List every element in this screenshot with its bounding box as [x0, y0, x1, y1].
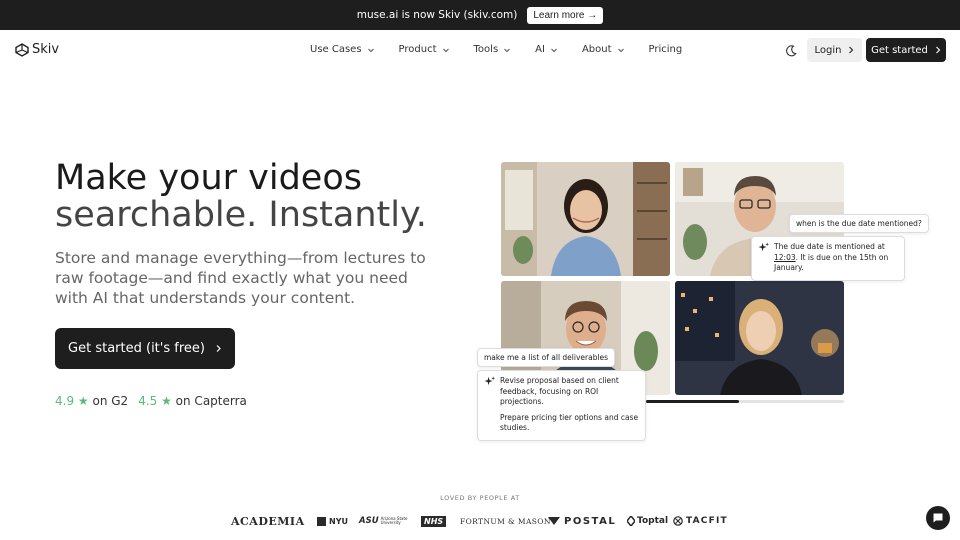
nav-item-use-cases[interactable]: Use Cases: [298, 42, 387, 57]
logo-asu: ASU Arizona State University: [359, 513, 408, 529]
hero-title-line2: searchable. Instantly.: [55, 195, 427, 235]
chevron-down-icon: [442, 48, 449, 52]
chat-question-bubble: when is the due date mentioned?: [789, 214, 929, 233]
rating-g2: 4.9 ★ on G2: [55, 394, 128, 408]
logo-postal-text: POSTAL: [564, 515, 617, 527]
postal-arrow-icon: [548, 517, 560, 525]
sparkle-icon: [484, 376, 495, 386]
hero-title: Make your videos searchable. Instantly.: [55, 160, 435, 234]
nav-item-pricing[interactable]: Pricing: [637, 42, 695, 57]
tacfit-x-icon: [673, 516, 683, 526]
announcement-text: muse.ai is now Skiv (skiv.com): [356, 9, 518, 21]
logo-nyu-text: NYU: [329, 516, 348, 526]
logo-academia: ACADEMIA: [231, 514, 305, 528]
chevron-right-icon: [849, 46, 854, 54]
chat-question-bubble: make me a list of all deliverables: [477, 348, 616, 367]
nav-item-label: Product: [398, 44, 437, 55]
answer-text: The due date is mentioned at: [774, 242, 885, 251]
brand-name: Skiv: [32, 42, 60, 57]
nav-item-label: Tools: [473, 44, 499, 55]
skiv-logo-icon: [15, 42, 29, 57]
logo-tacfit-text: TACFIT: [686, 516, 728, 526]
hero-subtitle: Store and manage everything—from lecture…: [55, 249, 426, 307]
logo-asu-text: ASU: [359, 516, 379, 526]
deliverable-item: Prepare pricing tier options and case st…: [500, 412, 639, 433]
nav-item-tools[interactable]: Tools: [462, 42, 524, 57]
rating-source: on Capterra: [175, 394, 247, 408]
moon-icon[interactable]: [783, 43, 799, 59]
nav-item-ai[interactable]: AI: [523, 42, 570, 57]
chat-icon: [933, 513, 943, 523]
nav-item-label: About: [581, 44, 612, 55]
toptal-diamond-icon: [627, 516, 635, 526]
rating-score: 4.5 ★: [138, 394, 172, 408]
nav-item-product[interactable]: Product: [387, 42, 462, 57]
chat-answer-bubble: Revise proposal based on client feedback…: [477, 370, 646, 441]
logo-asu-subtext: Arizona State University: [381, 517, 408, 525]
logo-nyu: NYU: [317, 513, 348, 529]
ratings: 4.9 ★ on G2 4.5 ★ on Capterra: [55, 394, 247, 408]
timestamp-link[interactable]: 12:03: [774, 253, 796, 262]
video-tile-woman-night: [675, 281, 844, 395]
sparkle-icon: [758, 242, 769, 252]
login-button[interactable]: Login: [807, 38, 862, 62]
rating-source: on G2: [92, 394, 129, 408]
logo-toptal: Toptal: [627, 513, 668, 529]
logo-tacfit: TACFIT: [673, 513, 728, 529]
brand-logo[interactable]: Skiv: [15, 42, 59, 57]
logos-heading: LOVED BY PEOPLE AT: [440, 494, 520, 502]
hero-title-line1: Make your videos: [55, 158, 362, 198]
chat-widget-button[interactable]: [926, 506, 950, 530]
nav-item-label: Use Cases: [310, 44, 362, 55]
video-tile-woman-smiling: [501, 162, 670, 276]
announcement-bar: muse.ai is now Skiv (skiv.com) Learn mor…: [0, 0, 960, 30]
nav-item-label: AI: [535, 44, 545, 55]
logo-nhs-text: NHS: [421, 515, 447, 527]
rating-score: 4.9 ★: [55, 394, 89, 408]
learn-more-button[interactable]: Learn more →: [527, 6, 604, 24]
main-menu: Use Cases Product Tools AI About Pricing: [298, 42, 694, 57]
logo-toptal-text: Toptal: [637, 516, 669, 526]
deliverable-item: Revise proposal based on client feedback…: [500, 376, 619, 406]
playback-progress-fill: [646, 400, 740, 403]
chat-answer-bubble: The due date is mentioned at 12:03. It i…: [751, 236, 905, 281]
chevron-down-icon: [551, 48, 557, 52]
rating-capterra: 4.5 ★ on Capterra: [138, 394, 247, 408]
nav-item-label: Pricing: [648, 44, 683, 55]
get-started-label: Get started: [871, 44, 928, 56]
nav-item-about[interactable]: About: [570, 42, 637, 57]
chevron-right-icon: [936, 46, 941, 54]
logo-nhs: NHS: [421, 513, 447, 529]
login-label: Login: [814, 44, 842, 56]
hero-cta-button[interactable]: Get started (it's free): [55, 328, 235, 369]
nyu-torch-icon: [317, 516, 326, 526]
chevron-down-icon: [504, 48, 511, 52]
asu-line2: University: [380, 520, 401, 525]
top-nav: Skiv Use Cases Product Tools AI About Pr…: [0, 30, 960, 70]
logo-postal: POSTAL: [548, 513, 616, 529]
chevron-down-icon: [367, 48, 374, 52]
logo-fortnum-mason: FORTNUM & MASON: [460, 516, 551, 526]
chevron-down-icon: [617, 48, 624, 52]
hero-cta-label: Get started (it's free): [68, 341, 205, 356]
chevron-right-icon: [216, 345, 221, 352]
get-started-button[interactable]: Get started: [866, 38, 946, 62]
